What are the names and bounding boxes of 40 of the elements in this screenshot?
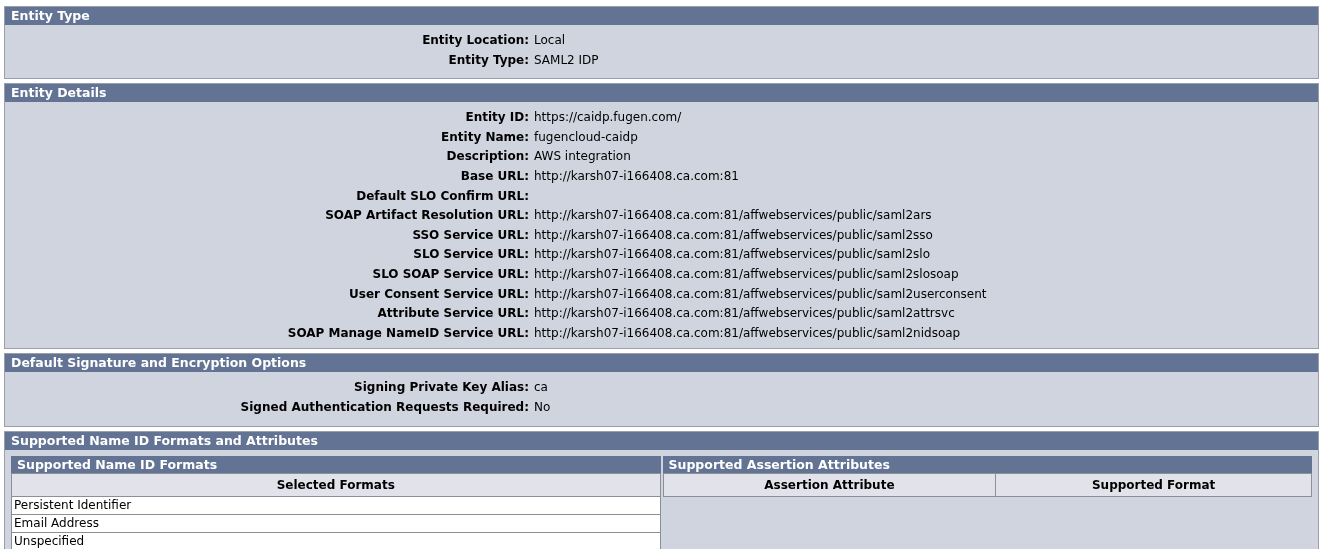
field-value: http://karsh07-i166408.ca.com:81 <box>534 167 739 185</box>
field-label: SOAP Artifact Resolution URL: <box>324 207 530 225</box>
field-label: Entity Type: <box>447 51 530 69</box>
field-value: http://karsh07-i166408.ca.com:81/affwebservices/public/saml2slosoap <box>534 265 959 283</box>
field-label: Attribute Service URL: <box>376 305 530 323</box>
field-label: Signing Private Key Alias: <box>353 379 530 397</box>
field-value: http://karsh07-i166408.ca.com:81/affwebservices/public/saml2ars <box>534 207 932 225</box>
field-value: http://karsh07-i166408.ca.com:81/affwebservices/public/saml2sso <box>534 226 933 244</box>
section-header: Entity Type <box>5 7 1318 25</box>
field-label: Entity Location: <box>421 32 530 49</box>
field-label: SOAP Manage NameID Service URL: <box>286 324 530 342</box>
field-label: Signed Authentication Requests Required: <box>239 398 530 416</box>
column-header: Selected Formats <box>11 473 660 496</box>
field-value: ca <box>534 379 548 397</box>
field-value: http://karsh07-i166408.ca.com:81/affwebservices/public/saml2slo <box>534 246 930 264</box>
field-label: SSO Service URL: <box>411 226 530 244</box>
subsection-header: Supported Name ID Formats <box>11 455 661 473</box>
column-header: Supported Format <box>995 473 1312 496</box>
field-value: https://caidp.fugen.com/ <box>534 109 682 127</box>
field-label: Description: <box>445 148 530 166</box>
field-label: SLO Service URL: <box>412 246 530 264</box>
field-label: Entity ID: <box>464 109 530 127</box>
column-header: Assertion Attribute <box>663 473 996 496</box>
field-value: http://karsh07-i166408.ca.com:81/affwebservices/public/saml2attrsvc <box>534 305 955 323</box>
field-value: http://karsh07-i166408.ca.com:81/affwebservices/public/saml2userconsent <box>534 285 987 303</box>
field-value: Local <box>534 32 566 49</box>
field-value: No <box>534 398 551 416</box>
subsection-header: Supported Assertion Attributes <box>662 455 1312 473</box>
field-label: Default SLO Confirm URL: <box>355 187 530 205</box>
field-value: SAML2 IDP <box>534 51 599 69</box>
field-value: fugencloud-caidp <box>534 128 638 146</box>
field-label: User Consent Service URL: <box>348 285 530 303</box>
section-header: Default Signature and Encryption Options <box>5 354 1318 373</box>
section-header: Supported Name ID Formats and Attributes <box>5 431 1318 450</box>
field-value: http://karsh07-i166408.ca.com:81/affwebservices/public/saml2nidsoap <box>534 324 961 342</box>
field-label: Entity Name: <box>440 128 530 146</box>
field-label: Base URL: <box>459 167 530 185</box>
section-header: Entity Details <box>5 84 1318 103</box>
field-label: SLO SOAP Service URL: <box>371 265 530 283</box>
field-value: AWS integration <box>534 148 631 166</box>
